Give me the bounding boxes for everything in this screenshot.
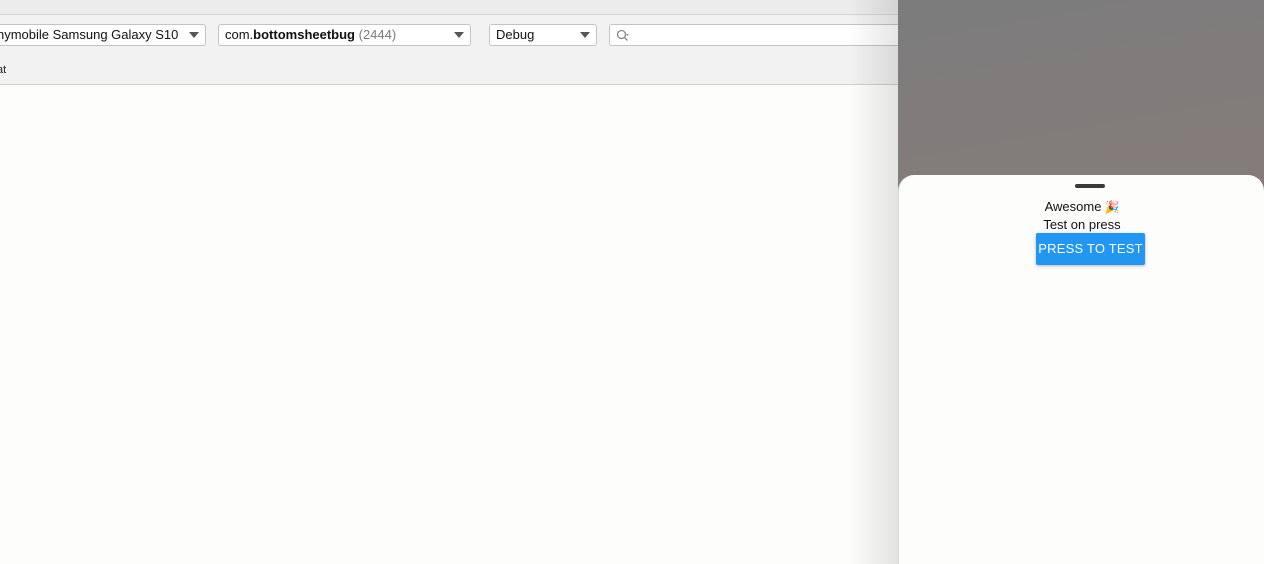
bottom-sheet: Awesome 🎉 Test on press PRESS TO TEST [898,175,1264,564]
sheet-title-text: Awesome [1044,199,1102,214]
emulator-shadow [848,0,898,564]
logcat-panel: nymobile Samsung Galaxy S10 com.bottomsh… [0,0,909,564]
window-top-strip [0,0,900,15]
toolbar-subrow-label: at [0,64,7,76]
chevron-down-icon [580,32,590,38]
device-screen: Awesome 🎉 Test on press PRESS TO TEST [898,0,1264,564]
process-id: (2444) [358,27,397,42]
logcat-toolbar: nymobile Samsung Galaxy S10 com.bottomsh… [0,15,909,85]
log-level-selector[interactable]: Debug [489,24,597,46]
process-selector-label: com.bottomsheetbug (2444) [225,25,396,45]
search-icon [616,29,629,41]
chevron-down-icon [189,32,199,38]
device-selector-label: nymobile Samsung Galaxy S10 [0,27,179,42]
log-output-area[interactable] [0,85,900,564]
process-selector[interactable]: com.bottomsheetbug (2444) [218,24,471,46]
sheet-drag-handle[interactable] [1075,184,1105,188]
party-popper-icon: 🎉 [1104,200,1120,214]
press-to-test-button[interactable]: PRESS TO TEST [1036,233,1145,265]
log-level-label: Debug [496,27,535,42]
sheet-subtitle: Test on press [1043,217,1121,232]
package-prefix: com. [225,27,254,42]
device-selector[interactable]: nymobile Samsung Galaxy S10 [0,24,206,46]
chevron-down-icon [454,32,464,38]
sheet-title: Awesome 🎉 [899,199,1264,214]
package-name: bottomsheetbug [253,27,355,42]
